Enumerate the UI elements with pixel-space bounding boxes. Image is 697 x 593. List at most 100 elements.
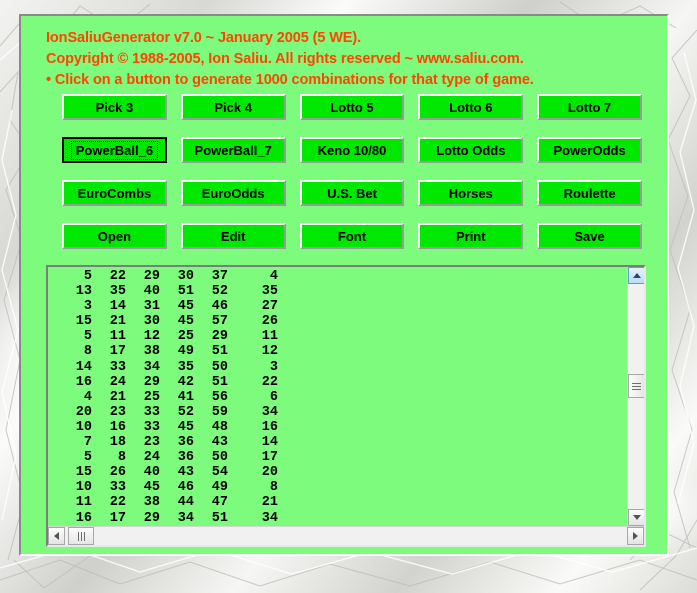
lotto-number: 31 — [143, 299, 160, 315]
powerball-number: 12 — [261, 344, 278, 360]
powerball-number: 17 — [261, 450, 278, 466]
scroll-left-arrow-icon[interactable] — [48, 527, 65, 545]
combination-row: 5 8 24 36 50 17 — [48, 450, 618, 465]
lotto-number: 59 — [211, 404, 228, 420]
button-label: Lotto Odds — [436, 142, 506, 158]
lotto-number: 33 — [143, 419, 160, 435]
button-row-1: Pick 3 Pick 4 Lotto 5 Lotto 6 Lotto 7 — [62, 94, 642, 120]
lotto-number: 47 — [211, 495, 228, 511]
lotto-number: 17 — [109, 344, 126, 360]
lotto-5-button[interactable]: Lotto 5 — [299, 94, 405, 120]
pick-4-button[interactable]: Pick 4 — [180, 94, 286, 120]
scroll-right-arrow-icon[interactable] — [627, 527, 644, 545]
open-button[interactable]: Open — [62, 223, 167, 249]
header-line-instruction: • Click on a button to generate 1000 com… — [46, 72, 534, 88]
lotto-number: 29 — [143, 374, 160, 390]
lotto-6-button[interactable]: Lotto 6 — [418, 94, 524, 120]
combination-row: 11 22 38 44 47 21 — [48, 495, 618, 510]
euro-odds-button[interactable]: EuroOdds — [180, 180, 286, 206]
lotto-number: 50 — [211, 450, 228, 466]
scroll-up-arrow-icon[interactable] — [628, 267, 644, 284]
lotto-number: 52 — [177, 404, 194, 420]
powerball-number: 27 — [261, 299, 278, 315]
scroll-down-arrow-icon[interactable] — [628, 509, 644, 526]
lotto-number: 36 — [177, 450, 194, 466]
powerball-number: 22 — [261, 374, 278, 390]
powerball-number: 34 — [261, 510, 278, 526]
lotto-number: 36 — [177, 435, 194, 451]
print-button[interactable]: Print — [418, 223, 524, 249]
button-label: Save — [574, 228, 605, 244]
button-label: Roulette — [563, 185, 616, 201]
application-window: IonSaliuGenerator v7.0 ~ January 2005 (5… — [0, 0, 697, 593]
lotto-number: 23 — [109, 404, 126, 420]
powerball-number: 3 — [269, 359, 278, 375]
horizontal-scrollbar[interactable] — [48, 526, 644, 545]
lotto-number: 24 — [109, 374, 126, 390]
power-odds-button[interactable]: PowerOdds — [537, 137, 642, 163]
keno-10-80-button[interactable]: Keno 10/80 — [299, 137, 405, 163]
lotto-number: 10 — [75, 419, 92, 435]
lotto-number: 30 — [177, 269, 194, 284]
lotto-number: 49 — [211, 480, 228, 496]
lotto-number: 33 — [143, 404, 160, 420]
lotto-number: 16 — [109, 419, 126, 435]
combination-row: 3 14 31 45 46 27 — [48, 299, 618, 314]
lotto-number: 11 — [75, 495, 92, 511]
lotto-number: 48 — [211, 419, 228, 435]
powerball-6-button[interactable]: PowerBall_6 — [62, 137, 167, 163]
combination-row: 5 11 12 25 29 11 — [48, 329, 618, 344]
lotto-number: 22 — [109, 495, 126, 511]
combination-row: 13 35 40 51 52 35 — [48, 284, 618, 299]
combination-row: 5 22 29 30 37 4 — [48, 269, 618, 284]
vertical-scroll-thumb[interactable] — [628, 374, 644, 398]
combination-output-panel[interactable]: 5 22 29 30 37 4 13 35 40 51 52 35 3 14 31 45 46 27 15 21 30 4… — [46, 265, 646, 547]
horses-button[interactable]: Horses — [418, 180, 524, 206]
lotto-number: 3 — [83, 299, 92, 315]
lotto-7-button[interactable]: Lotto 7 — [537, 94, 642, 120]
combination-row: 16 17 29 34 51 34 — [48, 511, 618, 526]
euro-combs-button[interactable]: EuroCombs — [62, 180, 167, 206]
combination-row: 7 18 23 36 43 14 — [48, 435, 618, 450]
lotto-number: 30 — [143, 314, 160, 330]
vertical-scrollbar[interactable] — [627, 267, 644, 526]
lotto-number: 11 — [109, 329, 126, 345]
lotto-number: 34 — [143, 359, 160, 375]
combination-row: 15 26 40 43 54 20 — [48, 465, 618, 480]
font-button[interactable]: Font — [299, 223, 405, 249]
pick-3-button[interactable]: Pick 3 — [62, 94, 167, 120]
lotto-number: 38 — [143, 495, 160, 511]
lotto-number: 46 — [211, 299, 228, 315]
lotto-number: 29 — [143, 510, 160, 526]
roulette-button[interactable]: Roulette — [537, 180, 642, 206]
horizontal-scroll-thumb[interactable] — [68, 527, 94, 545]
us-bet-button[interactable]: U.S. Bet — [299, 180, 405, 206]
powerball-7-button[interactable]: PowerBall_7 — [180, 137, 286, 163]
lotto-odds-button[interactable]: Lotto Odds — [418, 137, 524, 163]
lotto-number: 54 — [211, 465, 228, 481]
arrow-left-glyph — [54, 532, 59, 540]
lotto-number: 17 — [109, 510, 126, 526]
client-area: IonSaliuGenerator v7.0 ~ January 2005 (5… — [19, 14, 669, 556]
powerball-number: 35 — [261, 284, 278, 300]
powerball-number: 16 — [261, 419, 278, 435]
lotto-number: 34 — [177, 510, 194, 526]
lotto-number: 21 — [109, 389, 126, 405]
button-label: EuroOdds — [201, 185, 265, 201]
lotto-number: 5 — [83, 269, 92, 284]
lotto-number: 33 — [109, 480, 126, 496]
lotto-number: 38 — [143, 344, 160, 360]
arrow-up-glyph — [632, 273, 641, 278]
lotto-number: 42 — [177, 374, 194, 390]
edit-button[interactable]: Edit — [180, 223, 286, 249]
lotto-number: 12 — [143, 329, 160, 345]
button-label: EuroCombs — [77, 185, 152, 201]
powerball-number: 11 — [261, 329, 278, 345]
lotto-number: 23 — [143, 435, 160, 451]
lotto-number: 25 — [143, 389, 160, 405]
lotto-number: 15 — [75, 465, 92, 481]
combination-row: 20 23 33 52 59 34 — [48, 405, 618, 420]
combination-row: 10 33 45 46 49 8 — [48, 480, 618, 495]
lotto-number: 5 — [83, 450, 92, 466]
save-button[interactable]: Save — [537, 223, 642, 249]
